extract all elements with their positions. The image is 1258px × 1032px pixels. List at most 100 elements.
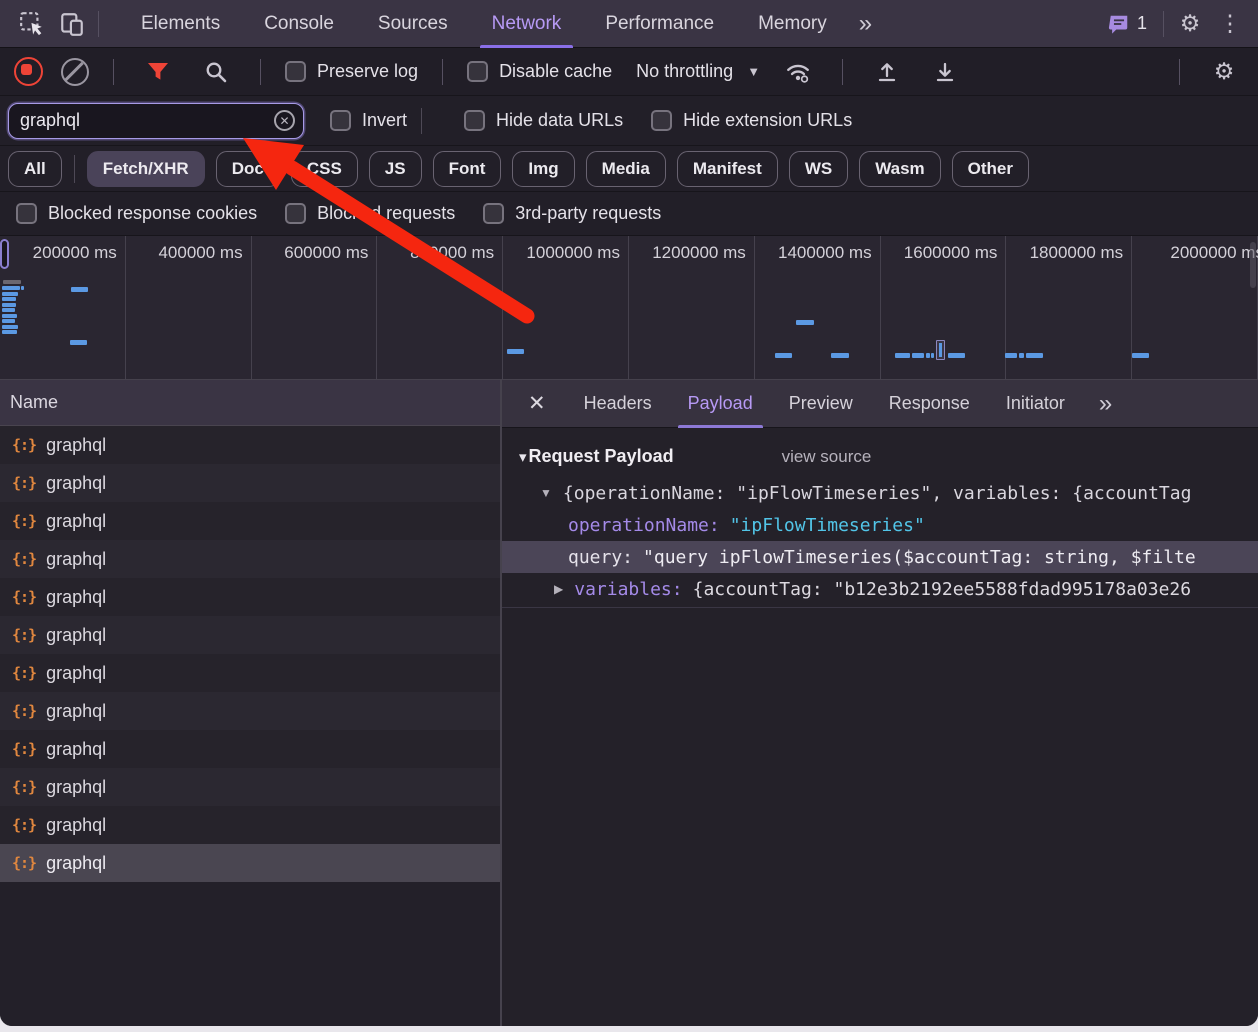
overview-scrollbar[interactable] [1250, 242, 1256, 288]
payload-preview-row[interactable]: ▼ {operationName: "ipFlowTimeseries", va… [502, 477, 1258, 509]
search-icon[interactable] [196, 52, 236, 92]
table-row[interactable]: {:}graphql [0, 730, 500, 768]
tab-performance[interactable]: Performance [583, 0, 736, 48]
clear-filter-icon[interactable]: ✕ [274, 110, 295, 131]
divider [260, 59, 261, 85]
network-conditions-icon[interactable] [778, 52, 818, 92]
table-row[interactable]: {:}graphql [0, 692, 500, 730]
request-bar [796, 320, 814, 325]
disable-cache-checkbox[interactable]: Disable cache [467, 61, 612, 82]
clear-log-button[interactable] [61, 58, 89, 86]
type-chip-css[interactable]: CSS [291, 151, 358, 187]
filter-funnel-icon[interactable] [138, 52, 178, 92]
more-tabs-icon[interactable]: » [1089, 390, 1120, 418]
request-bar [2, 297, 16, 301]
payload-preview-text: {operationName: "ipFlowTimeseries", vari… [563, 483, 1192, 504]
expand-triangle-icon[interactable]: ▼ [540, 486, 552, 500]
json-braces-icon: {:} [12, 702, 36, 720]
request-bar [2, 308, 15, 312]
devtools-window: Elements Console Sources Network Perform… [0, 0, 1258, 1026]
payload-row-variables[interactable]: ▶ variables: {accountTag: "b12e3b2192ee5… [502, 573, 1258, 605]
more-panels-icon[interactable]: » [849, 10, 880, 38]
table-row[interactable]: {:}graphql [0, 502, 500, 540]
record-button[interactable] [14, 57, 43, 86]
type-chip-img[interactable]: Img [512, 151, 574, 187]
type-chip-font[interactable]: Font [433, 151, 502, 187]
payload-row-operation-name[interactable]: operationName: "ipFlowTimeseries" [502, 509, 1258, 541]
filter-input[interactable]: graphql ✕ [8, 103, 304, 139]
table-row[interactable]: {:}graphql [0, 540, 500, 578]
timeline-tick: 1800000 ms [1030, 243, 1124, 262]
type-chip-wasm[interactable]: Wasm [859, 151, 940, 187]
type-chip-ws[interactable]: WS [789, 151, 848, 187]
invert-checkbox[interactable]: Invert [330, 110, 407, 131]
payload-value: {accountTag: "b12e3b2192ee5588fdad995178… [693, 579, 1192, 600]
tab-sources[interactable]: Sources [356, 0, 470, 48]
table-row[interactable]: {:}graphql [0, 806, 500, 844]
checkbox-icon [467, 61, 488, 82]
tab-headers[interactable]: Headers [566, 380, 670, 428]
filter-value: graphql [20, 110, 274, 131]
throttling-dropdown[interactable]: No throttling ▼ [636, 61, 760, 82]
type-chip-media[interactable]: Media [586, 151, 666, 187]
payload-row-query[interactable]: query: "query ipFlowTimeseries($accountT… [502, 541, 1258, 573]
type-chip-js[interactable]: JS [369, 151, 422, 187]
table-row[interactable]: {:}graphql [0, 426, 500, 464]
table-row[interactable]: {:}graphql [0, 654, 500, 692]
network-settings-gear-icon[interactable]: ⚙ [1204, 52, 1244, 92]
type-chip-fetch-xhr[interactable]: Fetch/XHR [87, 151, 205, 187]
type-chip-manifest[interactable]: Manifest [677, 151, 778, 187]
device-toolbar-icon[interactable] [52, 4, 92, 44]
network-overview-timeline[interactable]: 200000 ms 400000 ms 600000 ms 800000 ms … [0, 236, 1258, 380]
type-chip-all[interactable]: All [8, 151, 62, 187]
table-row-selected[interactable]: {:}graphql [0, 844, 500, 882]
checkbox-icon [285, 203, 306, 224]
hide-data-urls-checkbox[interactable]: Hide data URLs [464, 110, 623, 131]
overview-resize-handle[interactable] [0, 239, 9, 269]
settings-gear-icon[interactable]: ⚙ [1170, 4, 1210, 44]
request-type-filters: All Fetch/XHR Doc CSS JS Font Img Media … [0, 146, 1258, 192]
payload-value: "query ipFlowTimeseries($accountTag: str… [643, 547, 1196, 568]
expand-triangle-icon[interactable]: ▶ [554, 582, 563, 596]
issues-button[interactable]: 1 [1098, 13, 1157, 35]
tab-payload[interactable]: Payload [670, 380, 771, 428]
kebab-menu-icon[interactable]: ⋮ [1210, 4, 1250, 44]
name-column-header[interactable]: Name [0, 380, 500, 426]
timeline-tick: 400000 ms [158, 243, 242, 262]
hide-extension-urls-checkbox[interactable]: Hide extension URLs [651, 110, 852, 131]
request-bar [948, 353, 965, 358]
tab-response[interactable]: Response [871, 380, 988, 428]
preserve-log-checkbox[interactable]: Preserve log [285, 61, 418, 82]
tab-initiator[interactable]: Initiator [988, 380, 1083, 428]
request-name: graphql [46, 625, 106, 646]
type-chip-other[interactable]: Other [952, 151, 1029, 187]
request-bar [926, 353, 930, 358]
view-source-link[interactable]: view source [782, 447, 872, 467]
payload-value: "ipFlowTimeseries" [730, 515, 925, 536]
tab-network[interactable]: Network [470, 0, 584, 48]
network-toolbar: Preserve log Disable cache No throttling… [0, 48, 1258, 96]
tab-memory[interactable]: Memory [736, 0, 849, 48]
request-bar [831, 353, 849, 358]
divider [1179, 59, 1180, 85]
inspect-element-icon[interactable] [12, 4, 52, 44]
table-row[interactable]: {:}graphql [0, 578, 500, 616]
checkbox-icon [285, 61, 306, 82]
request-bar [2, 319, 15, 323]
third-party-requests-checkbox[interactable]: 3rd-party requests [483, 203, 661, 224]
tab-preview[interactable]: Preview [771, 380, 871, 428]
type-chip-doc[interactable]: Doc [216, 151, 280, 187]
blocked-cookies-checkbox[interactable]: Blocked response cookies [16, 203, 257, 224]
blocked-requests-checkbox[interactable]: Blocked requests [285, 203, 455, 224]
table-row[interactable]: {:}graphql [0, 616, 500, 654]
import-har-icon[interactable] [867, 52, 907, 92]
tab-elements[interactable]: Elements [119, 0, 242, 48]
export-har-icon[interactable] [925, 52, 965, 92]
request-payload-header[interactable]: ▾ Request Payload view source [519, 446, 1258, 467]
close-icon[interactable]: ✕ [520, 391, 554, 416]
request-name: graphql [46, 777, 106, 798]
table-row[interactable]: {:}graphql [0, 768, 500, 806]
table-row[interactable]: {:}graphql [0, 464, 500, 502]
payload-key: variables: [574, 579, 682, 600]
tab-console[interactable]: Console [242, 0, 356, 48]
